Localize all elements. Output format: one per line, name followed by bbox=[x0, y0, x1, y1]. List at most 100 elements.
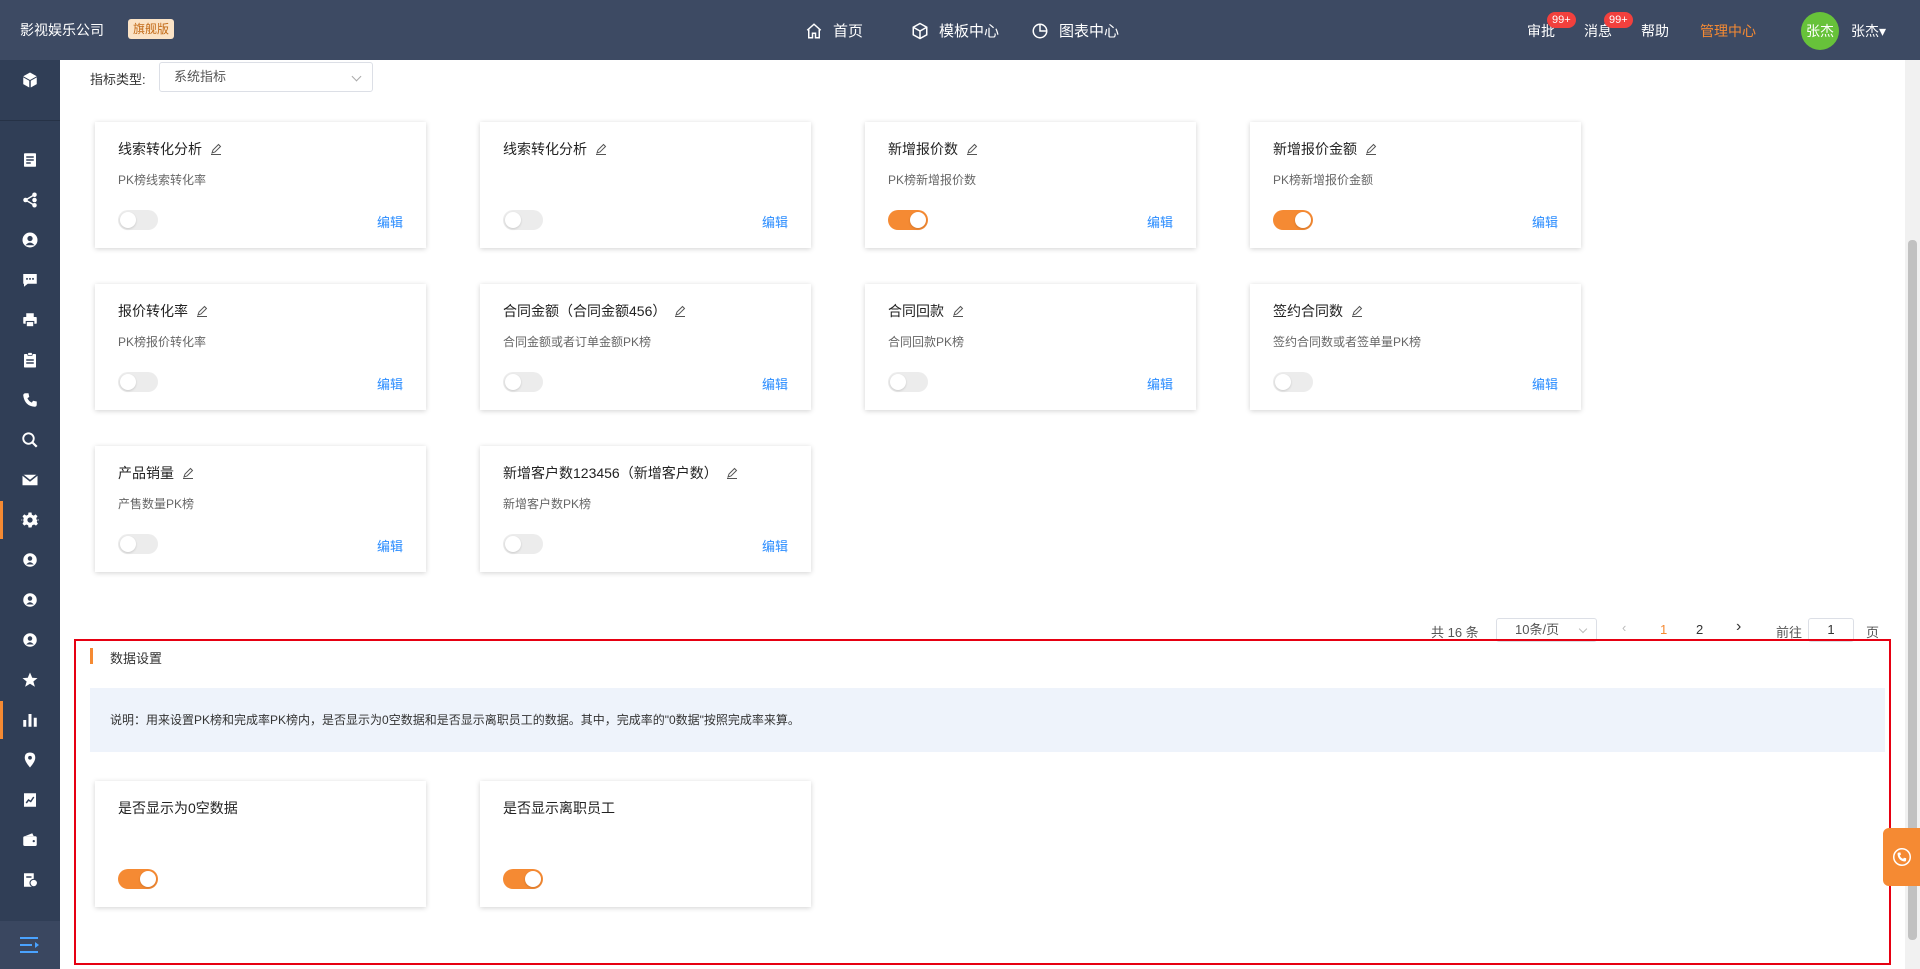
org-tree-icon[interactable] bbox=[18, 188, 42, 212]
card-title-text: 产品销量 bbox=[118, 465, 174, 481]
approve-badge: 99+ bbox=[1547, 12, 1576, 28]
nav-templates-label: 模板中心 bbox=[939, 23, 1000, 40]
indicator-card: 签约合同数 签约合同数或者签单量PK榜 编辑 bbox=[1250, 284, 1581, 410]
user-icon[interactable] bbox=[18, 588, 42, 612]
edit-link[interactable]: 编辑 bbox=[1147, 212, 1173, 231]
bar-chart-icon[interactable] bbox=[18, 708, 42, 732]
user-menu[interactable]: 张杰▾ bbox=[1851, 21, 1886, 41]
card-toggle[interactable] bbox=[503, 372, 543, 392]
edit-link[interactable]: 编辑 bbox=[1532, 374, 1558, 393]
card-toggle[interactable] bbox=[118, 372, 158, 392]
gear-icon[interactable] bbox=[18, 508, 42, 532]
edit-link[interactable]: 编辑 bbox=[1147, 374, 1173, 393]
page-1-button[interactable]: 1 bbox=[1660, 622, 1667, 637]
messages-link[interactable]: 消息 99+ bbox=[1584, 12, 1633, 41]
search-icon[interactable] bbox=[18, 428, 42, 452]
show-zero-data-toggle[interactable] bbox=[118, 869, 158, 889]
card-description: PK榜新增报价金额 bbox=[1273, 173, 1374, 187]
nav-charts[interactable]: 图表中心 bbox=[1031, 20, 1119, 41]
card-toggle[interactable] bbox=[888, 210, 928, 230]
help-link[interactable]: 帮助 bbox=[1641, 21, 1669, 41]
report-icon[interactable] bbox=[18, 788, 42, 812]
card-toggle[interactable] bbox=[503, 534, 543, 554]
sidebar-footer bbox=[0, 921, 60, 969]
pencil-icon[interactable] bbox=[182, 467, 194, 479]
card-title-text: 新增客户数123456（新增客户数） bbox=[503, 465, 718, 481]
card-description: PK榜线索转化率 bbox=[118, 173, 207, 187]
pencil-icon[interactable] bbox=[674, 305, 686, 317]
next-page-button[interactable]: › bbox=[1736, 618, 1741, 636]
nav-home[interactable]: 首页 bbox=[805, 20, 863, 41]
card-toggle[interactable] bbox=[1273, 372, 1313, 392]
approve-link[interactable]: 审批 99+ bbox=[1527, 12, 1576, 41]
printer-icon[interactable] bbox=[18, 308, 42, 332]
edit-link[interactable]: 编辑 bbox=[377, 374, 403, 393]
nav-home-label: 首页 bbox=[833, 23, 864, 40]
sidebar-secondary-indicator bbox=[0, 701, 3, 739]
card-title: 线索转化分析 bbox=[118, 139, 222, 159]
card-toggle[interactable] bbox=[118, 210, 158, 230]
card-toggle[interactable] bbox=[118, 534, 158, 554]
indicator-type-select[interactable]: 系统指标 bbox=[159, 62, 373, 92]
card-title: 签约合同数 bbox=[1273, 301, 1363, 321]
indicator-card: 产品销量 产售数量PK榜 编辑 bbox=[95, 446, 426, 572]
document-icon[interactable] bbox=[18, 148, 42, 172]
setting-title: 是否显示离职员工 bbox=[503, 800, 615, 816]
show-resigned-toggle[interactable] bbox=[503, 869, 543, 889]
sidebar-divider bbox=[0, 120, 60, 121]
nav-templates[interactable]: 模板中心 bbox=[911, 20, 999, 41]
sidebar bbox=[0, 60, 60, 969]
card-toggle[interactable] bbox=[888, 372, 928, 392]
data-settings-note: 说明：用来设置PK榜和完成率PK榜内，是否显示为0空数据和是否显示离职员工的数据… bbox=[90, 688, 1885, 752]
pencil-icon[interactable] bbox=[196, 305, 208, 317]
card-title: 合同回款 bbox=[888, 301, 964, 321]
edit-link[interactable]: 编辑 bbox=[1532, 212, 1558, 231]
indicator-card: 新增客户数123456（新增客户数） 新增客户数PK榜 编辑 bbox=[480, 446, 811, 572]
pencil-icon[interactable] bbox=[966, 143, 978, 155]
card-toggle[interactable] bbox=[503, 210, 543, 230]
cube-icon bbox=[912, 22, 928, 39]
pencil-icon[interactable] bbox=[1351, 305, 1363, 317]
setting-title: 是否显示为0空数据 bbox=[118, 800, 238, 816]
avatar[interactable]: 张杰 bbox=[1801, 12, 1839, 50]
menu-toggle-icon[interactable] bbox=[20, 937, 40, 953]
chat-icon[interactable] bbox=[18, 268, 42, 292]
invoice-icon[interactable] bbox=[18, 868, 42, 892]
edit-link[interactable]: 编辑 bbox=[762, 374, 788, 393]
cube-icon[interactable] bbox=[18, 68, 42, 92]
setting-card: 是否显示离职员工 bbox=[480, 781, 811, 907]
user-icon[interactable] bbox=[18, 548, 42, 572]
pencil-icon[interactable] bbox=[726, 467, 738, 479]
mail-icon[interactable] bbox=[18, 468, 42, 492]
chevron-down-icon bbox=[1578, 624, 1588, 634]
wallet-icon[interactable] bbox=[18, 828, 42, 852]
indicator-card: 合同金额（合同金额456） 合同金额或者订单金额PK榜 编辑 bbox=[480, 284, 811, 410]
phone-icon bbox=[1892, 848, 1911, 866]
user-icon[interactable] bbox=[18, 628, 42, 652]
clipboard-icon[interactable] bbox=[18, 348, 42, 372]
card-title: 线索转化分析 bbox=[503, 139, 607, 159]
main-content: 指标类型: 系统指标 线索转化分析 PK榜线索转化率 编辑 线索转化分析 编辑 … bbox=[60, 60, 1905, 969]
card-toggle[interactable] bbox=[1273, 210, 1313, 230]
floating-phone-button[interactable] bbox=[1883, 828, 1920, 886]
admin-center-link[interactable]: 管理中心 bbox=[1700, 21, 1756, 41]
pencil-icon[interactable] bbox=[952, 305, 964, 317]
edit-link[interactable]: 编辑 bbox=[762, 212, 788, 231]
card-title: 产品销量 bbox=[118, 463, 194, 483]
phone-icon[interactable] bbox=[18, 388, 42, 412]
pencil-icon[interactable] bbox=[1365, 143, 1377, 155]
star-icon[interactable] bbox=[18, 668, 42, 692]
pie-chart-icon bbox=[1032, 23, 1048, 38]
edit-link[interactable]: 编辑 bbox=[377, 212, 403, 231]
pencil-icon[interactable] bbox=[210, 143, 222, 155]
edit-link[interactable]: 编辑 bbox=[762, 536, 788, 555]
location-icon[interactable] bbox=[18, 748, 42, 772]
user-icon[interactable] bbox=[18, 228, 42, 252]
card-description: 签约合同数或者签单量PK榜 bbox=[1273, 335, 1422, 349]
pencil-icon[interactable] bbox=[595, 143, 607, 155]
section-marker bbox=[90, 648, 93, 664]
indicator-type-value: 系统指标 bbox=[174, 69, 227, 84]
edit-link[interactable]: 编辑 bbox=[377, 536, 403, 555]
page-2-button[interactable]: 2 bbox=[1696, 622, 1703, 637]
prev-page-button[interactable]: ‹ bbox=[1622, 620, 1626, 635]
